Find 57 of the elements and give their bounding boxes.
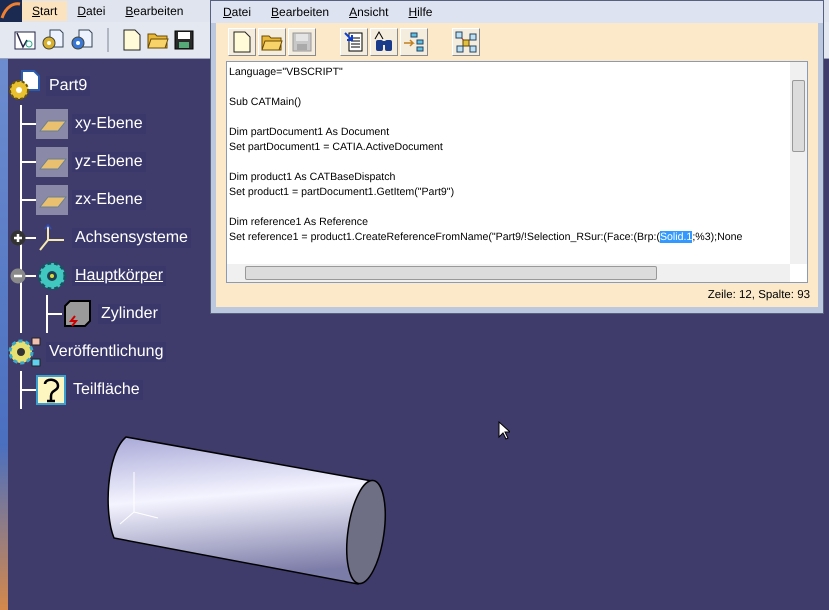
tree-item-label[interactable]: Part9 <box>46 76 90 96</box>
horizontal-scrollbar[interactable] <box>227 264 790 282</box>
folder-icon <box>147 31 169 49</box>
folder-icon <box>261 33 283 51</box>
tree-arrow-icon <box>403 31 425 53</box>
expand-icon[interactable] <box>10 230 26 246</box>
sketch-icon <box>14 29 36 51</box>
new-document-icon <box>122 29 142 51</box>
code-line: Dim reference1 As Reference <box>229 215 369 230</box>
plane-icon <box>36 109 68 139</box>
open-button[interactable] <box>258 28 286 56</box>
app-logo-icon[interactable] <box>0 0 22 22</box>
save-button[interactable] <box>288 28 316 56</box>
cube-icon <box>62 298 94 330</box>
code-line: Language="VBSCRIPT" <box>229 65 344 80</box>
graph-button[interactable] <box>452 28 480 56</box>
code-line: Set partDocument1 = CATIA.ActiveDocument <box>229 140 444 155</box>
code-editor[interactable] <box>226 61 808 283</box>
mouse-cursor-icon <box>498 421 510 440</box>
tree-item-label[interactable]: xy-Ebene <box>72 114 146 134</box>
publication-icon <box>8 336 42 368</box>
tree-button[interactable] <box>400 28 428 56</box>
code-line: Set product1 = partDocument1.GetItem("Part9") <box>229 185 456 200</box>
menu-item[interactable]: Bearbeiten <box>261 2 340 22</box>
tree-item-label[interactable]: yz-Ebene <box>72 152 146 172</box>
find-button[interactable] <box>370 28 398 56</box>
document-arrow-icon <box>344 31 364 53</box>
insert-button[interactable] <box>340 28 368 56</box>
gear-document-icon <box>41 28 65 52</box>
menu-item[interactable]: Start <box>22 1 68 21</box>
part-gear-icon <box>8 70 42 102</box>
tree-item-label[interactable]: Zylinder <box>98 304 161 324</box>
menu-item[interactable]: Bearbeiten <box>115 1 194 21</box>
collapse-icon[interactable] <box>10 268 26 284</box>
document-icon <box>232 31 252 53</box>
menu-item[interactable]: Datei <box>67 1 116 21</box>
menu-item[interactable]: Hilfe <box>398 2 442 22</box>
node-graph-icon <box>455 31 477 53</box>
plane-icon <box>36 147 68 177</box>
code-line: Dim partDocument1 As Document <box>229 125 390 140</box>
tree-item-label[interactable]: zx-Ebene <box>72 190 146 210</box>
plane-icon <box>36 185 68 215</box>
tree-item-label[interactable]: Achsensysteme <box>72 228 191 248</box>
binoculars-icon <box>373 31 395 53</box>
gear-document-icon <box>70 28 94 52</box>
menu-item[interactable]: Ansicht <box>339 2 398 22</box>
tree-item-label[interactable]: Hauptkörper <box>72 266 166 286</box>
code-line: Dim product1 As CATBaseDispatch <box>229 170 396 185</box>
vertical-scrollbar[interactable] <box>790 62 807 264</box>
tree-item-label[interactable]: Teilfläche <box>70 380 143 400</box>
status-text: Zeile: 12, Spalte: 93 <box>708 289 810 301</box>
code-line: Sub CATMain() <box>229 95 302 110</box>
tree-item-label[interactable]: Veröffentlichung <box>46 342 166 362</box>
new-button[interactable] <box>228 28 256 56</box>
gear-icon <box>36 260 68 292</box>
menu-item[interactable]: Datei <box>213 2 262 22</box>
code-line: Set reference1 = product1.CreateReferenceFromName("Part9/!Selection_RSur:(Face:(Brp:(Solid.1;%3);None <box>229 230 744 245</box>
